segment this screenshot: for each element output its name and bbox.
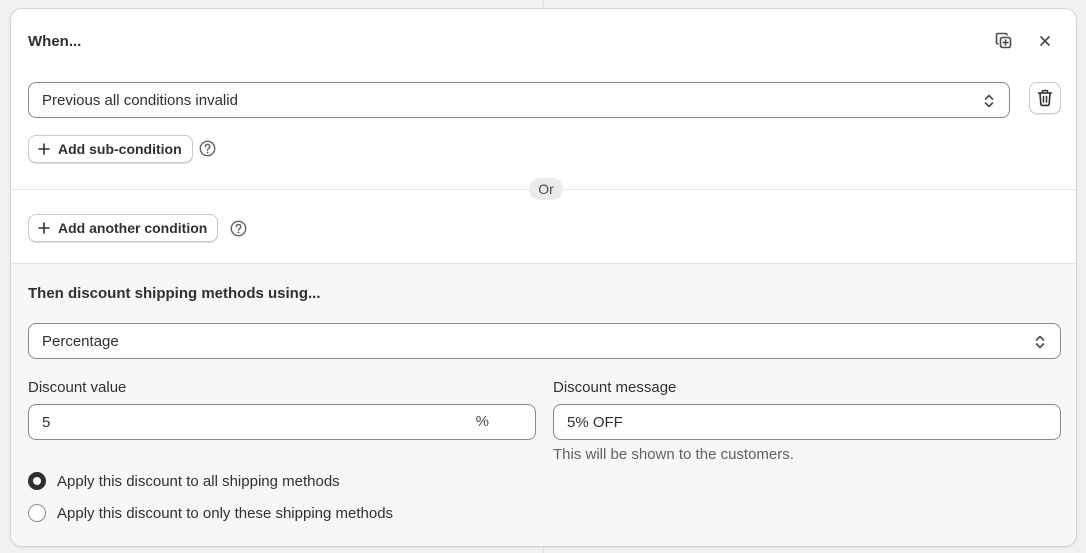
discount-message-input[interactable]: 5% OFF (553, 404, 1061, 440)
plus-icon (38, 143, 50, 155)
discount-message-text: 5% OFF (567, 413, 623, 431)
discount-message-label: Discount message (553, 379, 677, 396)
plus-icon (38, 222, 50, 234)
condition-select[interactable]: Previous all conditions invalid (28, 82, 1010, 118)
question-circle-icon[interactable] (230, 220, 247, 237)
discount-value-text: 5 (42, 413, 51, 431)
close-button[interactable] (1031, 27, 1059, 55)
discount-type-select[interactable]: Percentage (28, 323, 1061, 359)
add-another-condition-button[interactable]: Add another condition (28, 214, 219, 242)
discount-value-input[interactable]: 5 % (28, 404, 536, 440)
radio-unchecked[interactable] (28, 504, 46, 522)
percent-suffix: % (475, 413, 489, 430)
apply-all-methods-option[interactable]: Apply this discount to all shipping meth… (28, 470, 340, 492)
question-circle-icon[interactable] (199, 140, 216, 157)
trash-icon (1037, 89, 1053, 107)
chevron-up-down-icon (984, 94, 994, 108)
add-sub-condition-label: Add sub-condition (58, 141, 182, 157)
duplicate-button[interactable] (990, 27, 1018, 55)
discount-message-help: This will be shown to the customers. (553, 446, 794, 463)
discount-value-label: Discount value (28, 379, 127, 396)
add-another-condition-label: Add another condition (58, 220, 208, 236)
apply-only-these-methods-label: Apply this discount to only these shippi… (57, 504, 394, 522)
add-sub-condition-button[interactable]: Add sub-condition (28, 135, 193, 163)
condition-card: When... Previous all conditions invalid (10, 8, 1077, 547)
duplicate-icon (995, 32, 1012, 49)
discount-type-value: Percentage (42, 332, 119, 350)
chevron-up-down-icon (1035, 335, 1045, 349)
condition-select-value: Previous all conditions invalid (42, 91, 238, 109)
apply-all-methods-label: Apply this discount to all shipping meth… (57, 472, 340, 490)
discount-section-title: Then discount shipping methods using... (28, 285, 321, 302)
radio-checked[interactable] (28, 472, 46, 490)
delete-condition-button[interactable] (1029, 82, 1061, 114)
close-icon (1040, 36, 1050, 46)
when-title: When... (28, 33, 82, 50)
or-badge: Or (529, 178, 563, 200)
apply-only-these-methods-option[interactable]: Apply this discount to only these shippi… (28, 502, 393, 524)
